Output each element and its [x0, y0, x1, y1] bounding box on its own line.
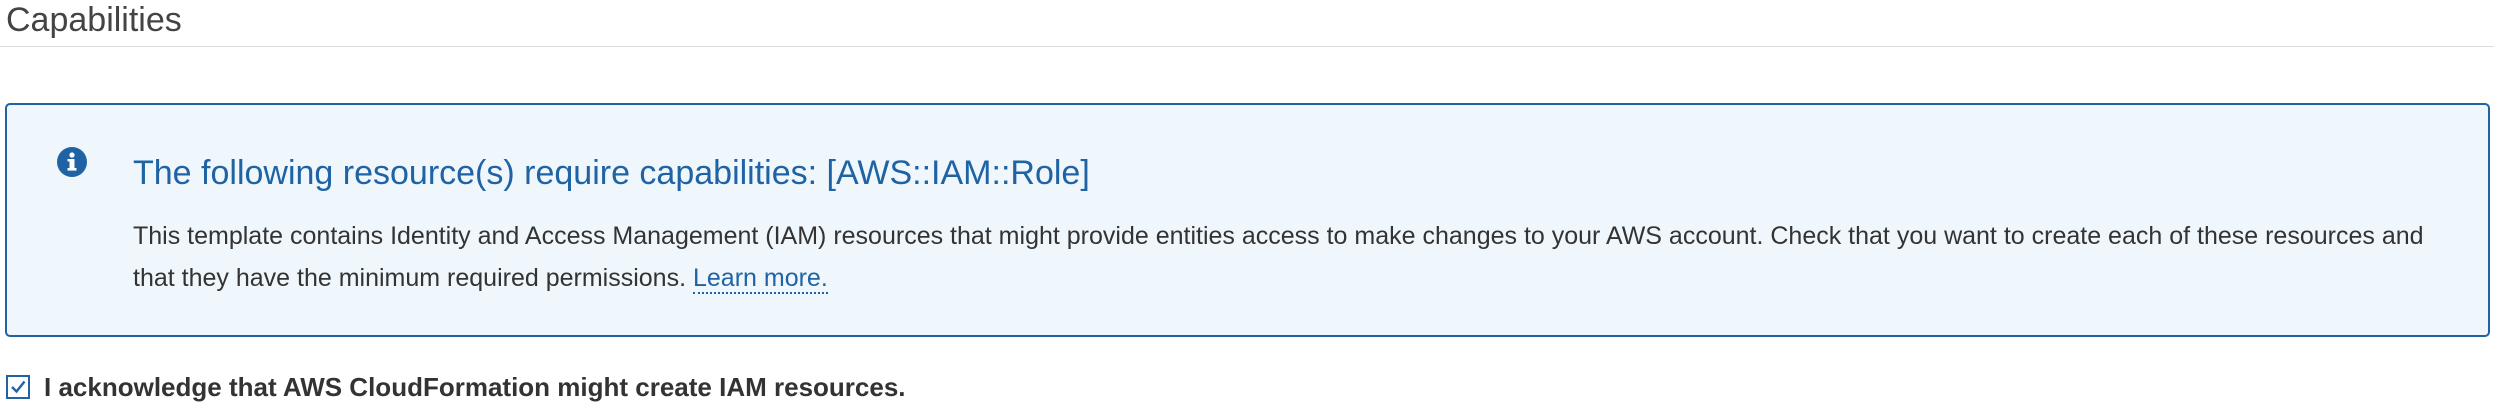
acknowledge-iam-row[interactable]: I acknowledge that AWS CloudFormation mi… — [6, 372, 906, 402]
capabilities-info-alert: The following resource(s) require capabi… — [5, 103, 2490, 337]
acknowledge-label: I acknowledge that AWS CloudFormation mi… — [44, 371, 906, 402]
acknowledge-checkbox[interactable] — [6, 375, 30, 399]
info-circle-icon — [57, 147, 87, 177]
checkmark-icon — [11, 380, 26, 394]
learn-more-link[interactable]: Learn more. — [692, 264, 828, 294]
alert-title: The following resource(s) require capabi… — [133, 154, 1090, 192]
alert-body: This template contains Identity and Acce… — [133, 215, 2463, 299]
section-title: Capabilities — [6, 1, 182, 39]
section-divider — [0, 46, 2494, 47]
alert-body-text: This template contains Identity and Acce… — [133, 222, 2424, 292]
